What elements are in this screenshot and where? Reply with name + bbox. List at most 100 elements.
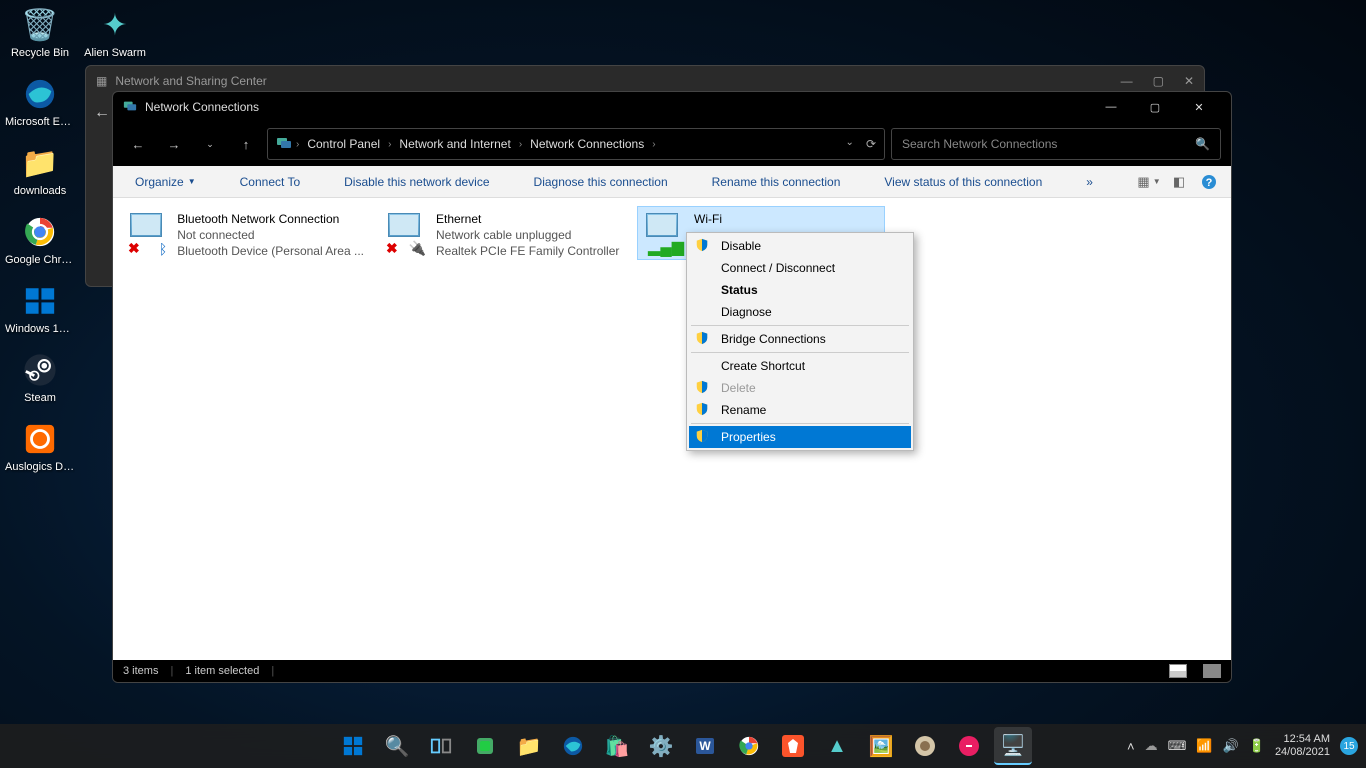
nav-up-button[interactable]: ↑ — [231, 129, 261, 159]
connection-status: Network cable unplugged — [436, 227, 622, 243]
view-status-button[interactable]: View status of this connection — [872, 170, 1054, 194]
explorer-button[interactable]: 📁 — [510, 727, 548, 765]
edge-icon — [20, 74, 60, 114]
breadcrumb-network-connections[interactable]: Network Connections — [526, 135, 648, 153]
uac-shield-icon — [695, 238, 711, 254]
app-icon-button[interactable]: ▲ — [818, 727, 856, 765]
preview-pane-button[interactable]: ◧ — [1167, 170, 1191, 194]
search-input[interactable]: Search Network Connections 🔍 — [891, 128, 1221, 160]
bg-minimize-button[interactable]: — — [1121, 74, 1133, 88]
address-bar[interactable]: › Control Panel › Network and Internet ›… — [267, 128, 885, 160]
connect-to-button[interactable]: Connect To — [228, 170, 313, 194]
auslogics-icon — [20, 419, 60, 459]
content-area[interactable]: ✖ ᛒ Bluetooth Network Connection Not con… — [113, 198, 1231, 660]
menu-item-label: Properties — [721, 430, 776, 444]
notifications-badge[interactable]: 15 — [1340, 737, 1358, 755]
breadcrumb-network-internet[interactable]: Network and Internet — [395, 135, 514, 153]
bluetooth-icon: ᛒ — [159, 241, 167, 257]
desktop-icon-chrome[interactable]: Google Chrome — [5, 212, 75, 266]
chrome-taskbar-button[interactable] — [730, 727, 768, 765]
help-button[interactable]: ? — [1197, 170, 1221, 194]
battery-icon[interactable]: 🔋 — [1249, 738, 1265, 754]
navbar: ← → ⌄ ↑ › Control Panel › Network and In… — [113, 122, 1231, 166]
settings-button[interactable]: ⚙️ — [642, 727, 680, 765]
desktop-icon-alien-swarm[interactable]: ✦Alien Swarm — [80, 5, 150, 59]
menu-item-delete: Delete — [689, 377, 911, 399]
menu-item-label: Diagnose — [721, 305, 772, 319]
titlebar[interactable]: Network Connections — ▢ ✕ — [113, 92, 1231, 122]
bg-maximize-button[interactable]: ▢ — [1153, 74, 1164, 88]
minimize-button[interactable]: — — [1089, 92, 1133, 122]
keyboard-icon[interactable]: ⌨ — [1168, 738, 1187, 754]
app3-button[interactable] — [950, 727, 988, 765]
store-button[interactable]: 🛍️ — [598, 727, 636, 765]
onedrive-icon[interactable]: ☁ — [1145, 738, 1158, 754]
app-icon: ✦ — [95, 5, 135, 45]
maximize-button[interactable]: ▢ — [1133, 92, 1177, 122]
menu-item-rename[interactable]: Rename — [689, 399, 911, 421]
desktop-icon-downloads[interactable]: 📁downloads — [5, 143, 75, 197]
menu-separator — [691, 352, 909, 353]
menu-item-disable[interactable]: Disable — [689, 235, 911, 257]
photos-button[interactable]: 🖼️ — [862, 727, 900, 765]
connection-icon: ✖ ᛒ — [126, 211, 169, 255]
menu-item-label: Disable — [721, 239, 761, 253]
nav-recent-dropdown[interactable]: ⌄ — [195, 129, 225, 159]
folder-icon: 📁 — [20, 143, 60, 183]
volume-icon[interactable]: 🔊 — [1223, 738, 1239, 754]
taskbar[interactable]: 🔍 📁 🛍️ ⚙️ W ▲ 🖼️ 🖥️ ˄ ☁ ⌨ 📶 🔊 🔋 12:54 AM… — [0, 724, 1366, 768]
menu-item-label: Status — [721, 283, 758, 297]
connection-bluetooth[interactable]: ✖ ᛒ Bluetooth Network Connection Not con… — [121, 206, 369, 265]
menu-item-status[interactable]: Status — [689, 279, 911, 301]
disable-device-button[interactable]: Disable this network device — [332, 170, 501, 194]
breadcrumb-control-panel[interactable]: Control Panel — [303, 135, 384, 153]
menu-item-connect-disconnect[interactable]: Connect / Disconnect — [689, 257, 911, 279]
large-icons-view-button[interactable] — [1203, 664, 1221, 678]
selection-count: 1 item selected — [185, 665, 259, 677]
clock[interactable]: 12:54 AM 24/08/2021 — [1275, 733, 1330, 759]
task-view-button[interactable] — [422, 727, 460, 765]
toolbar-overflow-button[interactable]: » — [1074, 170, 1105, 194]
app2-button[interactable] — [906, 727, 944, 765]
desktop-icon-steam[interactable]: Steam — [5, 350, 75, 404]
system-tray: ˄ ☁ ⌨ 📶 🔊 🔋 12:54 AM 24/08/2021 15 — [1127, 733, 1358, 759]
details-view-button[interactable] — [1169, 664, 1187, 678]
rename-connection-button[interactable]: Rename this connection — [700, 170, 853, 194]
bg-window-title: Network and Sharing Center — [115, 74, 266, 88]
bg-close-button[interactable]: ✕ — [1184, 74, 1194, 88]
menu-separator — [691, 423, 909, 424]
desktop-icon-win-update[interactable]: Windows 10 Update As... — [5, 281, 75, 335]
menu-item-diagnose[interactable]: Diagnose — [689, 301, 911, 323]
organize-button[interactable]: Organize▼ — [123, 170, 208, 194]
diagnose-button[interactable]: Diagnose this connection — [522, 170, 680, 194]
desktop-icon-recyclebin[interactable]: 🗑️Recycle Bin — [5, 5, 75, 59]
search-button[interactable]: 🔍 — [378, 727, 416, 765]
menu-item-bridge-connections[interactable]: Bridge Connections — [689, 328, 911, 350]
nav-back-button[interactable]: ← — [123, 129, 153, 159]
desktop-icon-auslogics[interactable]: Auslogics Driver U... — [5, 419, 75, 473]
edge-taskbar-button[interactable] — [554, 727, 592, 765]
tray-overflow-button[interactable]: ˄ — [1127, 739, 1135, 754]
control-panel-taskbar-button[interactable]: 🖥️ — [994, 727, 1032, 765]
start-button[interactable] — [334, 727, 372, 765]
address-dropdown-icon[interactable]: ⌄ — [846, 137, 854, 151]
nav-forward-button[interactable]: → — [159, 129, 189, 159]
desktop-icon-edge[interactable]: Microsoft Edge — [5, 74, 75, 128]
brave-button[interactable] — [774, 727, 812, 765]
refresh-button[interactable]: ⟳ — [866, 137, 876, 151]
close-button[interactable]: ✕ — [1177, 92, 1221, 122]
wifi-tray-icon[interactable]: 📶 — [1196, 738, 1212, 754]
svg-text:?: ? — [1206, 177, 1213, 189]
connection-status: Not connected — [177, 227, 364, 243]
menu-item-create-shortcut[interactable]: Create Shortcut — [689, 355, 911, 377]
connection-ethernet[interactable]: ✖ 🔌 Ethernet Network cable unplugged Rea… — [379, 206, 627, 265]
menu-item-properties[interactable]: Properties — [689, 426, 911, 448]
clock-date: 24/08/2021 — [1275, 746, 1330, 759]
search-icon[interactable]: 🔍 — [1195, 137, 1210, 151]
menu-item-label: Rename — [721, 403, 766, 417]
word-button[interactable]: W — [686, 727, 724, 765]
dropdown-icon: ▼ — [188, 177, 196, 186]
steam-icon — [20, 350, 60, 390]
widgets-button[interactable] — [466, 727, 504, 765]
view-options-button[interactable]: ▦▼ — [1137, 170, 1161, 194]
